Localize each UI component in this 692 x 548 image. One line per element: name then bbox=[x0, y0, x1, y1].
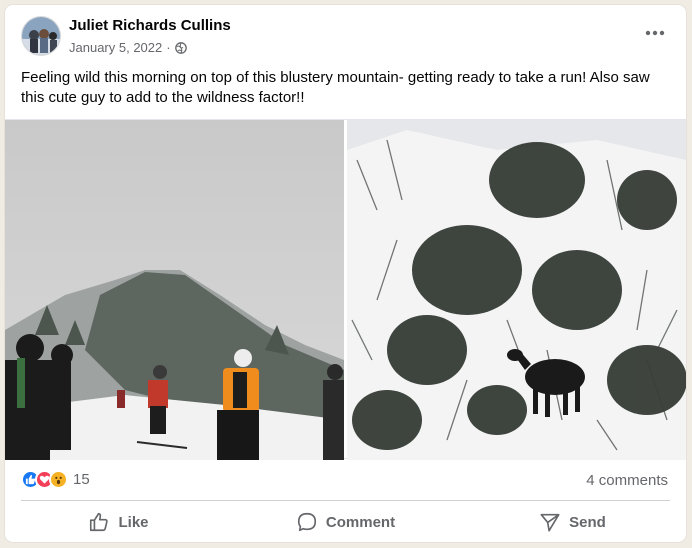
actions-divider bbox=[21, 500, 670, 501]
ski-slope-photo[interactable] bbox=[5, 120, 344, 460]
post-caption: Feeling wild this morning on top of this… bbox=[21, 69, 650, 106]
reaction-count: 15 bbox=[73, 471, 90, 488]
wow-reaction-icon bbox=[49, 470, 68, 489]
avatar[interactable] bbox=[21, 16, 61, 56]
send-button[interactable]: Send bbox=[459, 504, 686, 540]
post-stats: 15 4 comments bbox=[5, 465, 686, 495]
post-header: Juliet Richards Cullins January 5, 2022 … bbox=[5, 5, 686, 63]
post-date[interactable]: January 5, 2022 bbox=[69, 40, 162, 55]
post-card: Juliet Richards Cullins January 5, 2022 … bbox=[5, 5, 686, 542]
moose-photo[interactable] bbox=[347, 120, 686, 460]
send-icon bbox=[540, 513, 560, 532]
meta-separator: · bbox=[166, 40, 171, 55]
post-meta: January 5, 2022 · bbox=[69, 40, 187, 55]
comments-count-link[interactable]: 4 comments bbox=[586, 472, 668, 489]
post-actions: Like Comment Send bbox=[5, 504, 686, 540]
comment-label: Comment bbox=[325, 513, 396, 531]
like-label: Like bbox=[118, 513, 149, 531]
comment-bubble-icon bbox=[297, 512, 316, 532]
like-button[interactable]: Like bbox=[5, 504, 232, 540]
send-label: Send bbox=[569, 513, 606, 531]
comment-button[interactable]: Comment bbox=[232, 504, 459, 540]
author-name[interactable]: Juliet Richards Cullins bbox=[69, 17, 231, 34]
photo-grid bbox=[5, 119, 686, 460]
more-options-icon[interactable] bbox=[642, 23, 668, 43]
reactions-summary[interactable]: 15 bbox=[21, 470, 90, 489]
thumbs-up-icon bbox=[90, 512, 109, 532]
globe-icon[interactable] bbox=[174, 41, 187, 54]
